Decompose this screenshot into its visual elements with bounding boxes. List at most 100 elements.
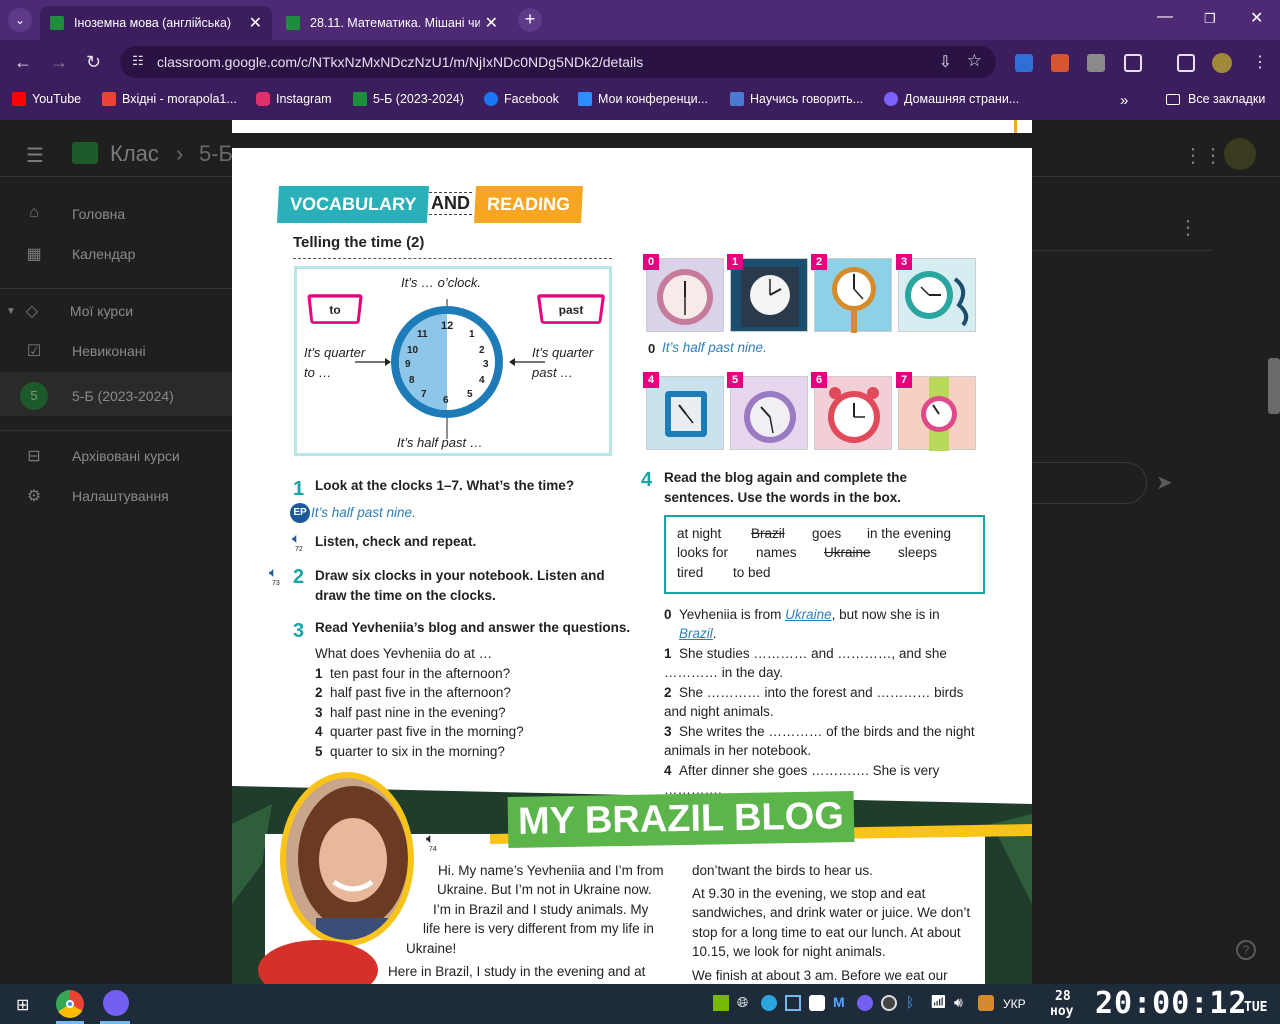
- bookmark-zoom[interactable]: Мои конференци...: [578, 92, 708, 106]
- sidebar-item-calendar[interactable]: ▦ Календар: [24, 244, 135, 264]
- sidebar-item-archived[interactable]: ⊟ Архівовані курси: [24, 446, 179, 466]
- sentence-item: 3 She writes the ………… of the birds and t…: [664, 722, 976, 760]
- tray-app-icon[interactable]: M: [833, 994, 845, 1010]
- bookmark-label: Домашняя страни...: [904, 92, 1020, 106]
- restore-icon[interactable]: ❐: [1204, 11, 1216, 27]
- blog-text-line: Hi. My name’s Yevheniia and I’m from: [438, 863, 664, 878]
- install-icon[interactable]: ⇩: [939, 52, 952, 72]
- extensions-puzzle-icon[interactable]: [1124, 54, 1142, 72]
- language-indicator[interactable]: УКР: [1003, 997, 1026, 1011]
- system-clock[interactable]: 20:00:12: [1095, 986, 1248, 1021]
- extension-icon[interactable]: [1051, 54, 1069, 72]
- translate-extension-icon[interactable]: [1015, 54, 1033, 72]
- bookmark-learn[interactable]: Научись говорить...: [730, 92, 863, 106]
- tab-english[interactable]: Іноземна мова (англійська) ✕: [40, 6, 272, 40]
- send-icon[interactable]: ➤: [1156, 470, 1173, 495]
- breadcrumb-separator: ›: [176, 141, 184, 166]
- main-menu-icon[interactable]: ☰: [26, 143, 44, 168]
- clock-number-badge: 2: [811, 254, 827, 270]
- classroom-favicon: [286, 16, 300, 30]
- start-icon[interactable]: ⊞: [16, 995, 29, 1015]
- nvidia-tray-icon[interactable]: [713, 995, 729, 1011]
- tray-app-icon[interactable]: [809, 995, 825, 1011]
- more-bookmarks-button[interactable]: »: [1120, 92, 1128, 109]
- document-page[interactable]: VOCABULARY AND READING Telling the time …: [232, 148, 1032, 984]
- archive-icon: ⊟: [27, 448, 41, 465]
- minimize-icon[interactable]: —: [1157, 8, 1173, 26]
- alarm-clock-illustration: [657, 269, 713, 325]
- breadcrumb[interactable]: 5-Б (2023-2024): [199, 141, 232, 167]
- audio-icon[interactable]: 🔈︎: [269, 564, 277, 581]
- profile-avatar[interactable]: [1212, 53, 1232, 73]
- apps-grid-icon[interactable]: ⋮⋮: [1183, 143, 1223, 168]
- sidebar-item-label: Календар: [72, 246, 136, 262]
- expand-arrow-icon[interactable]: ▼: [6, 306, 16, 317]
- bookmark-youtube[interactable]: YouTube: [12, 92, 81, 106]
- digital-watch-illustration: [665, 391, 707, 437]
- question-text: half past nine in the evening?: [330, 705, 506, 720]
- address-bar[interactable]: ☷ classroom.google.com/c/NTkxNzMxNDczNzU…: [120, 46, 996, 78]
- classroom-favicon: [50, 16, 64, 30]
- new-tab-button[interactable]: +: [518, 8, 542, 32]
- sidebar-item-home[interactable]: ⌂ Головна: [24, 204, 125, 224]
- wifi-icon[interactable]: 📶︎: [930, 994, 947, 1010]
- track-number: 74: [429, 846, 437, 853]
- app-title[interactable]: Клас: [110, 141, 159, 167]
- bookmark-label: Мои конференци...: [598, 92, 709, 106]
- sidebar-item-my-courses[interactable]: ▼ ◇ Мої курси: [6, 301, 133, 321]
- school-icon: ◇: [25, 303, 39, 320]
- bluetooth-icon[interactable]: ᛒ: [906, 994, 914, 1010]
- oclock-label: It’s … o’clock.: [401, 275, 481, 290]
- extension-icon[interactable]: [1087, 54, 1105, 72]
- audio-icon[interactable]: 🔈︎: [426, 830, 434, 847]
- forward-icon[interactable]: →: [50, 52, 68, 73]
- bookmark-class[interactable]: 5-Б (2023-2024): [353, 92, 464, 106]
- reading-banner: READING: [474, 186, 583, 223]
- all-bookmarks-button[interactable]: Все закладки: [1166, 92, 1265, 106]
- comment-input[interactable]: [1032, 462, 1147, 504]
- title-underline: [293, 258, 612, 259]
- tab-math[interactable]: 28.11. Математика. Мішані чи ✕: [276, 6, 508, 40]
- sidebar-item-todo[interactable]: ☑ Невиконані: [24, 341, 146, 361]
- close-tab-icon[interactable]: ✕: [485, 13, 498, 33]
- bookmark-gmail[interactable]: Вхідні - morapola1...: [102, 92, 237, 106]
- side-panel-icon[interactable]: [1177, 54, 1195, 72]
- bookmark-home[interactable]: Домашняя страни...: [884, 92, 1019, 106]
- reload-icon[interactable]: ↻: [86, 52, 101, 73]
- sentence-text: She writes the ………… of the birds and the…: [664, 724, 975, 758]
- menu-icon[interactable]: ⋮: [1252, 52, 1268, 72]
- sidebar-item-label: Головна: [72, 206, 126, 222]
- help-icon[interactable]: ?: [1236, 940, 1256, 960]
- tray-app-icon[interactable]: [978, 995, 994, 1011]
- class-avatar: 5: [20, 382, 48, 410]
- word-used: Brazil: [751, 526, 785, 541]
- sidebar-item-class[interactable]: 5 5-Б (2023-2024): [20, 382, 174, 410]
- network-globe-icon[interactable]: 🌐︎: [737, 994, 748, 1011]
- tray-app-icon[interactable]: [761, 995, 777, 1011]
- close-window-icon[interactable]: ✕: [1250, 8, 1263, 28]
- account-avatar[interactable]: [1224, 138, 1256, 170]
- bookmark-star-icon[interactable]: ☆: [967, 51, 982, 71]
- bookmark-label: Вхідні - morapola1...: [122, 92, 237, 106]
- tray-app-icon[interactable]: [785, 995, 801, 1011]
- back-icon[interactable]: ←: [14, 52, 32, 73]
- volume-icon[interactable]: 🔊︎: [954, 994, 963, 1011]
- svg-text:4: 4: [479, 375, 485, 386]
- svg-text:8: 8: [409, 375, 415, 386]
- blog-text-line: don’twant the birds to hear us.: [692, 863, 873, 878]
- scrollbar-thumb[interactable]: [1268, 358, 1280, 414]
- close-tab-icon[interactable]: ✕: [249, 13, 262, 33]
- question-number: 2: [315, 685, 323, 700]
- audio-icon[interactable]: 🔈︎: [292, 530, 300, 547]
- tray-app-icon[interactable]: [881, 995, 897, 1011]
- bookmark-facebook[interactable]: Facebook: [484, 92, 559, 106]
- sidebar-item-settings[interactable]: ⚙ Налаштування: [24, 486, 169, 506]
- question-number: 1: [315, 666, 323, 681]
- blog-text-line: Ukraine. But I’m not in Ukraine now.: [437, 882, 652, 897]
- bookmark-instagram[interactable]: Instagram: [256, 92, 332, 106]
- more-options-icon[interactable]: ⋮: [1178, 215, 1198, 240]
- viber-taskbar-icon[interactable]: [103, 990, 129, 1016]
- tab-search-button[interactable]: ⌄: [8, 8, 32, 32]
- viber-tray-icon[interactable]: [857, 995, 873, 1011]
- site-info-icon[interactable]: ☷: [132, 53, 148, 69]
